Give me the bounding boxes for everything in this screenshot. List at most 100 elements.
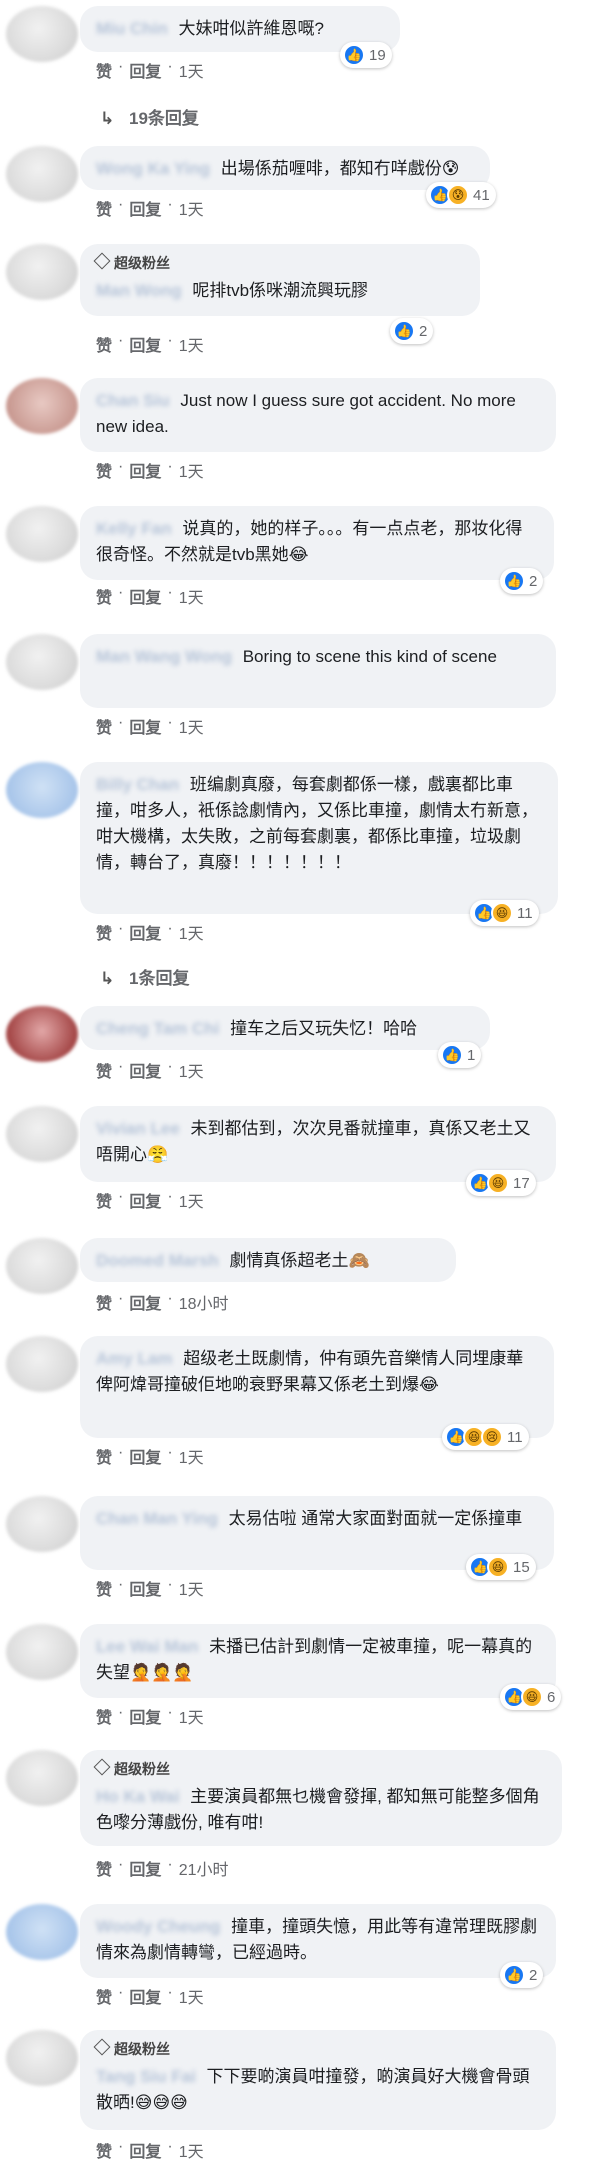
dot-separator: · <box>118 196 124 213</box>
like-button[interactable]: 赞 <box>96 1290 112 1314</box>
like-button[interactable]: 赞 <box>96 58 112 82</box>
reply-button[interactable]: 回复 <box>129 1058 161 1082</box>
avatar[interactable] <box>6 2030 78 2086</box>
comment-time[interactable]: 1天 <box>179 714 204 738</box>
reply-button[interactable]: 回复 <box>129 196 161 220</box>
comment-author[interactable]: Ho Ka Wai <box>96 1784 179 1810</box>
comment-time[interactable]: 1天 <box>179 458 204 482</box>
reply-button[interactable]: 回复 <box>129 1290 161 1314</box>
avatar[interactable] <box>6 1336 78 1392</box>
avatar[interactable] <box>6 1496 78 1552</box>
comment-time[interactable]: 1天 <box>179 1576 204 1600</box>
comment-author[interactable]: Billy Chan <box>96 772 179 798</box>
like-button[interactable]: 赞 <box>96 196 112 220</box>
like-button[interactable]: 赞 <box>96 1856 112 1880</box>
comment-author[interactable]: Cheng Tam Chi <box>96 1016 219 1042</box>
reaction-summary[interactable]: 👍 😆 😢 11 <box>442 1424 529 1450</box>
comment-author[interactable]: Miu Chin <box>96 16 168 42</box>
like-button[interactable]: 赞 <box>96 1188 112 1212</box>
dot-separator: · <box>167 1444 173 1461</box>
comment-time[interactable]: 1天 <box>179 1444 204 1468</box>
comment-time[interactable]: 1天 <box>179 1704 204 1728</box>
comment-time[interactable]: 1天 <box>179 920 204 944</box>
avatar[interactable] <box>6 146 78 202</box>
reply-button[interactable]: 回复 <box>129 1188 161 1212</box>
comment-author[interactable]: Doomed Marsh <box>96 1248 219 1274</box>
avatar[interactable] <box>6 6 78 62</box>
view-replies-link[interactable]: ↳ 19条回复 <box>100 104 199 129</box>
reply-button[interactable]: 回复 <box>129 58 161 82</box>
dot-separator: · <box>118 332 124 349</box>
comment-time[interactable]: 1天 <box>179 196 204 220</box>
comment-time[interactable]: 18小时 <box>179 1290 229 1314</box>
comment-author[interactable]: Amy Lam <box>96 1346 173 1372</box>
comment-time[interactable]: 21小时 <box>179 1856 229 1880</box>
like-button[interactable]: 赞 <box>96 458 112 482</box>
avatar[interactable] <box>6 1750 78 1806</box>
avatar[interactable] <box>6 244 78 300</box>
reply-button[interactable]: 回复 <box>129 2138 161 2162</box>
reaction-summary[interactable]: 👍 😰 41 <box>426 182 496 208</box>
reaction-summary[interactable]: 👍 😆 6 <box>500 1684 562 1710</box>
comment-time[interactable]: 1天 <box>179 584 204 608</box>
avatar[interactable] <box>6 506 78 562</box>
reply-button[interactable]: 回复 <box>129 1856 161 1880</box>
comment-author[interactable]: Wong Ka Ying <box>96 156 210 182</box>
comment-time[interactable]: 1天 <box>179 1984 204 2008</box>
dot-separator: · <box>118 1058 124 1075</box>
reaction-summary[interactable]: 👍 19 <box>340 42 392 68</box>
comment-time[interactable]: 1天 <box>179 58 204 82</box>
like-button[interactable]: 赞 <box>96 1704 112 1728</box>
reply-button[interactable]: 回复 <box>129 332 161 356</box>
comment-author[interactable]: Tang Siu Fai <box>96 2064 196 2090</box>
like-button[interactable]: 赞 <box>96 714 112 738</box>
reaction-summary[interactable]: 👍 😆 11 <box>470 900 539 926</box>
reaction-summary[interactable]: 👍 1 <box>438 1042 482 1068</box>
like-button[interactable]: 赞 <box>96 1576 112 1600</box>
like-button[interactable]: 赞 <box>96 2138 112 2162</box>
comment-author[interactable]: Vivian Lee <box>96 1116 180 1142</box>
like-button[interactable]: 赞 <box>96 1984 112 2008</box>
reply-button[interactable]: 回复 <box>129 1704 161 1728</box>
reply-button[interactable]: 回复 <box>129 1444 161 1468</box>
reaction-summary[interactable]: 👍 2 <box>500 568 544 594</box>
avatar[interactable] <box>6 634 78 690</box>
comment-author[interactable]: Man Wong <box>96 278 182 304</box>
comment-time[interactable]: 1天 <box>179 1188 204 1212</box>
reaction-summary[interactable]: 👍 😆 17 <box>466 1170 536 1196</box>
comment-author[interactable]: Woody Cheung <box>96 1914 220 1940</box>
comment-actions: 赞 · 回复 · 1天 <box>96 458 204 482</box>
reply-button[interactable]: 回复 <box>129 1984 161 2008</box>
like-button[interactable]: 赞 <box>96 1058 112 1082</box>
comment-author[interactable]: Chan Man Ying <box>96 1506 218 1532</box>
comment-time[interactable]: 1天 <box>179 2138 204 2162</box>
view-replies-link[interactable]: ↳ 1条回复 <box>100 964 189 989</box>
avatar[interactable] <box>6 1624 78 1680</box>
reply-button[interactable]: 回复 <box>129 584 161 608</box>
like-button[interactable]: 赞 <box>96 1444 112 1468</box>
comment-author[interactable]: Chan Siu <box>96 388 170 414</box>
avatar[interactable] <box>6 1106 78 1162</box>
dot-separator: · <box>118 1856 124 1873</box>
reply-button[interactable]: 回复 <box>129 920 161 944</box>
reaction-summary[interactable]: 👍 2 <box>390 318 434 344</box>
reply-button[interactable]: 回复 <box>129 1576 161 1600</box>
like-button[interactable]: 赞 <box>96 920 112 944</box>
comment-time[interactable]: 1天 <box>179 1058 204 1082</box>
reaction-summary[interactable]: 👍 😆 15 <box>466 1554 536 1580</box>
comment-author[interactable]: Man Wang Wong <box>96 644 232 670</box>
avatar[interactable] <box>6 762 78 818</box>
like-button[interactable]: 赞 <box>96 584 112 608</box>
avatar[interactable] <box>6 378 78 434</box>
avatar[interactable] <box>6 1006 78 1062</box>
comment-bubble: Woody Cheung 撞車，撞頭失憶，用此等有違常理既膠劇情來為劇情轉彎，已… <box>80 1904 556 1978</box>
reply-button[interactable]: 回复 <box>129 458 161 482</box>
avatar[interactable] <box>6 1904 78 1960</box>
reaction-summary[interactable]: 👍 2 <box>500 1962 544 1988</box>
like-button[interactable]: 赞 <box>96 332 112 356</box>
comment-time[interactable]: 1天 <box>179 332 204 356</box>
comment-author[interactable]: Kelly Fan <box>96 516 172 542</box>
reply-button[interactable]: 回复 <box>129 714 161 738</box>
avatar[interactable] <box>6 1238 78 1294</box>
comment-author[interactable]: Lee Wai Man <box>96 1634 198 1660</box>
